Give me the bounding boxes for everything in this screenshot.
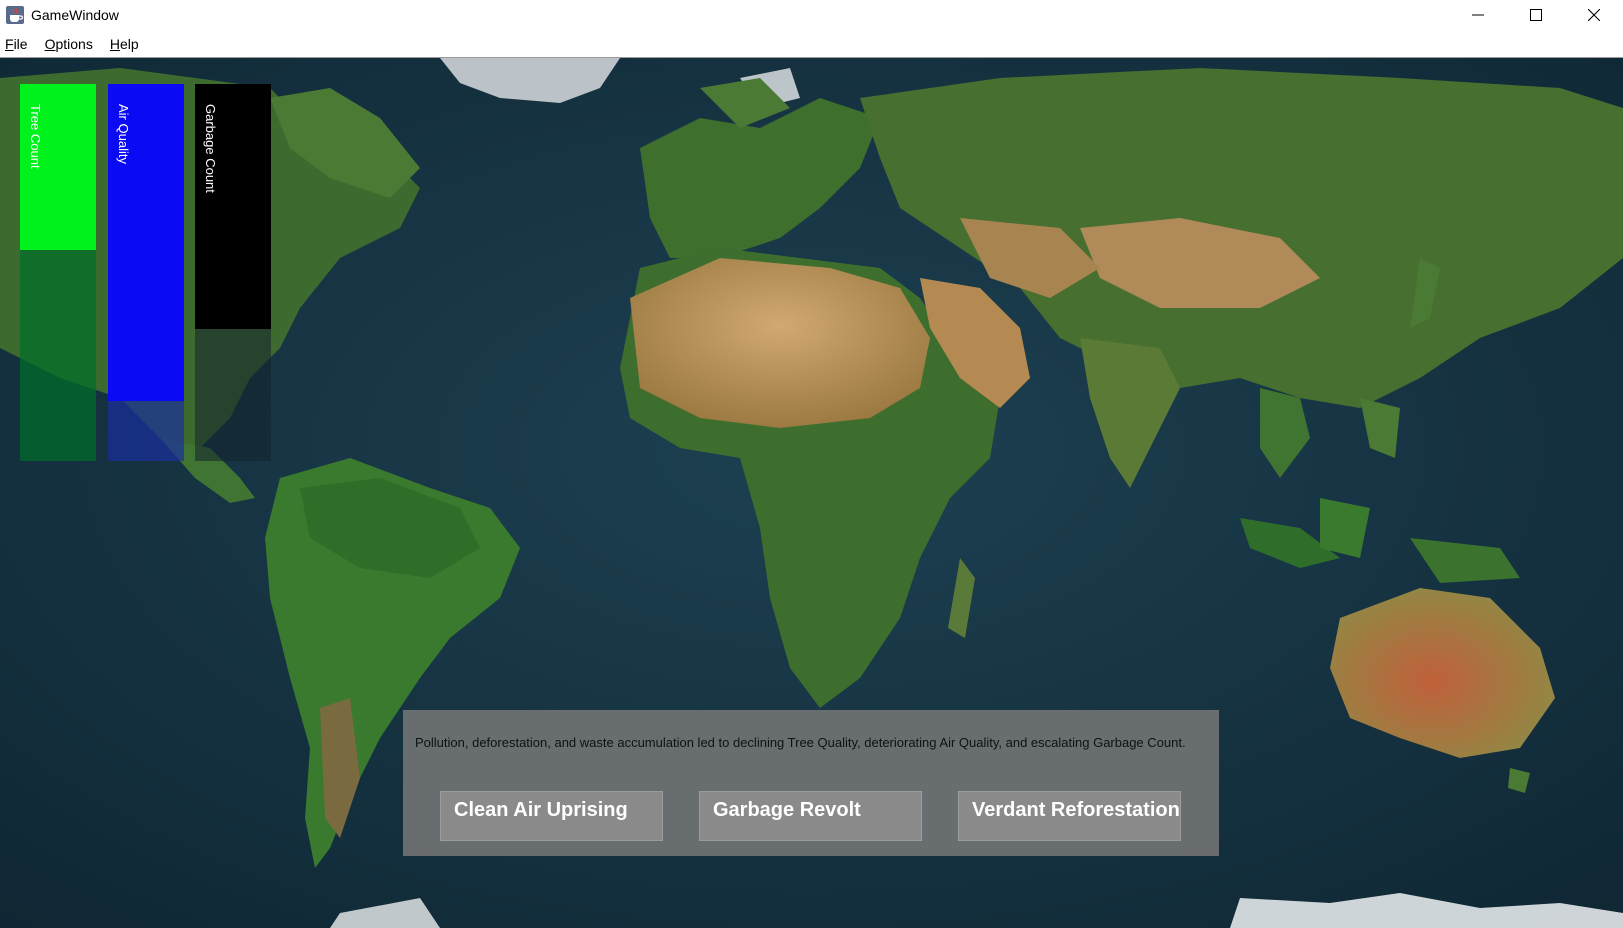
- air-quality-bar: Air Quality: [108, 84, 184, 461]
- clean-air-uprising-button[interactable]: Clean Air Uprising: [440, 791, 663, 841]
- window-titlebar: GameWindow: [0, 0, 1623, 30]
- minimize-icon: [1472, 14, 1484, 16]
- menu-bar: File Options Help: [0, 30, 1623, 58]
- java-coffee-cup-icon: [6, 6, 24, 24]
- menu-file[interactable]: File: [3, 36, 30, 52]
- garbage-count-bar: Garbage Count: [195, 84, 271, 461]
- game-canvas[interactable]: Tree Count Air Quality Garbage Count Pol…: [0, 58, 1623, 928]
- maximize-icon: [1530, 9, 1542, 21]
- window-title: GameWindow: [31, 7, 119, 23]
- air-quality-label: Air Quality: [116, 104, 131, 164]
- maximize-button[interactable]: [1507, 0, 1565, 30]
- verdant-reforestation-button[interactable]: Verdant Reforestation: [958, 791, 1181, 841]
- menu-help[interactable]: Help: [108, 36, 141, 52]
- garbage-count-label: Garbage Count: [203, 104, 218, 193]
- tree-count-bar: Tree Count: [20, 84, 96, 461]
- window-controls: [1449, 0, 1623, 30]
- tree-count-label: Tree Count: [28, 104, 43, 169]
- garbage-revolt-button[interactable]: Garbage Revolt: [699, 791, 922, 841]
- minimize-button[interactable]: [1449, 0, 1507, 30]
- event-dialog: Pollution, deforestation, and waste accu…: [403, 710, 1219, 856]
- close-icon: [1588, 9, 1600, 21]
- event-description: Pollution, deforestation, and waste accu…: [415, 735, 1186, 750]
- close-button[interactable]: [1565, 0, 1623, 30]
- menu-options[interactable]: Options: [43, 36, 95, 52]
